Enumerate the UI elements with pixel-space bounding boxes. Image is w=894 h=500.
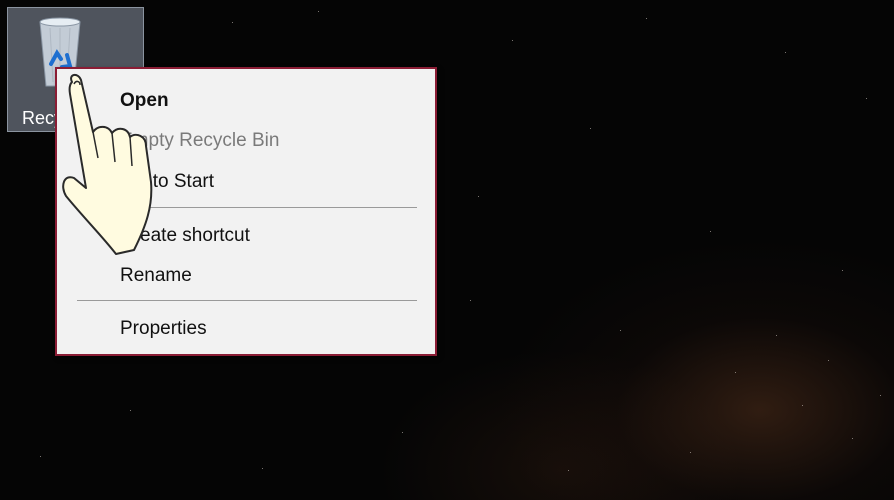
star: [735, 372, 736, 373]
star: [40, 456, 41, 457]
star: [568, 470, 569, 471]
star: [232, 22, 233, 23]
star: [802, 405, 803, 406]
star: [318, 11, 319, 12]
star: [262, 468, 263, 469]
star: [866, 98, 867, 99]
star: [880, 395, 881, 396]
star: [402, 432, 403, 433]
star: [478, 196, 479, 197]
desktop: Recycle Bin Open Empty Recycle Bin Pin t…: [0, 0, 894, 500]
star: [785, 52, 786, 53]
menu-separator: [77, 300, 417, 301]
pointing-hand-icon: [62, 74, 153, 255]
star: [710, 231, 711, 232]
star: [620, 330, 621, 331]
star: [512, 40, 513, 41]
star: [828, 360, 829, 361]
star: [776, 335, 777, 336]
star: [130, 410, 131, 411]
star: [842, 270, 843, 271]
star: [690, 452, 691, 453]
star: [852, 438, 853, 439]
menu-item-properties[interactable]: Properties: [120, 318, 207, 340]
star: [646, 18, 647, 19]
menu-item-rename[interactable]: Rename: [120, 265, 192, 287]
star: [590, 128, 591, 129]
star: [470, 300, 471, 301]
